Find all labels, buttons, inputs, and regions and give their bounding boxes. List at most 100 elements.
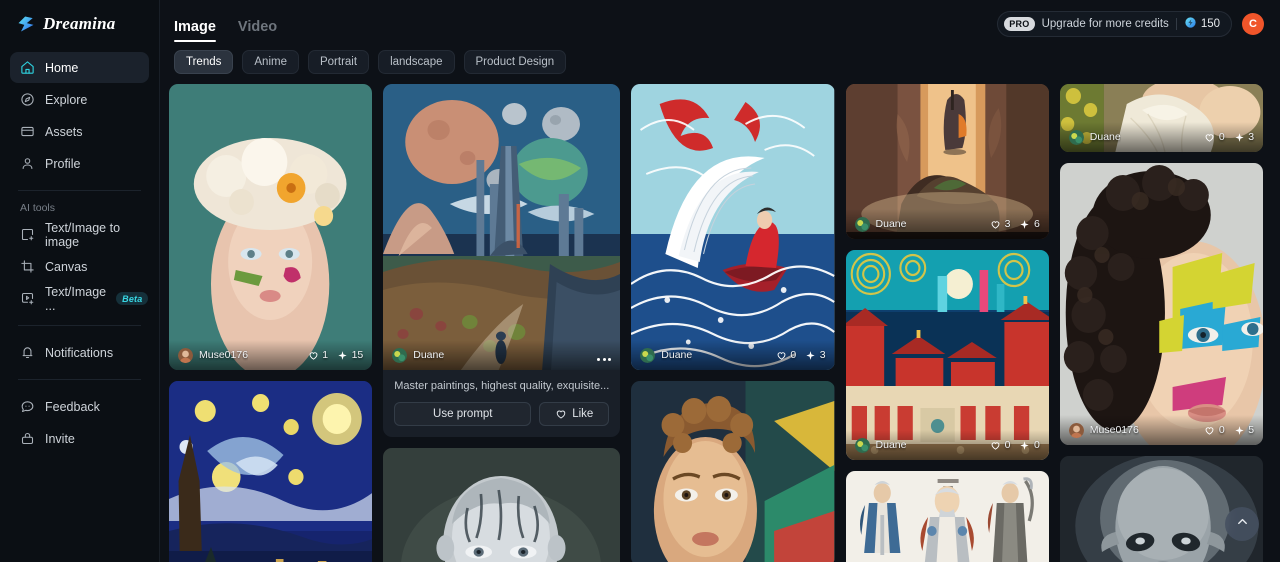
like-count[interactable]: 0 bbox=[776, 349, 796, 361]
tab-image[interactable]: Image bbox=[174, 19, 216, 42]
brand[interactable]: Dreamina bbox=[10, 0, 149, 48]
like-button[interactable]: Like bbox=[539, 402, 610, 427]
upgrade-credits-button[interactable]: PRO Upgrade for more credits 150 bbox=[997, 11, 1232, 37]
sidebar-item-profile[interactable]: Profile bbox=[10, 148, 149, 179]
gallery-card[interactable] bbox=[383, 448, 621, 562]
heart-icon bbox=[991, 220, 1000, 229]
card-username[interactable]: Duane bbox=[876, 218, 907, 230]
gallery-column: Duane 0 3 bbox=[1059, 84, 1264, 562]
avatar[interactable] bbox=[640, 347, 656, 363]
star-count[interactable]: 0 bbox=[1019, 439, 1040, 451]
brand-name: Dreamina bbox=[43, 14, 116, 33]
filter-chip-product-design[interactable]: Product Design bbox=[463, 50, 567, 74]
card-username[interactable]: Duane bbox=[876, 439, 907, 451]
gallery-card[interactable] bbox=[631, 381, 835, 562]
sparkle-logo-icon bbox=[16, 14, 36, 34]
star-count[interactable]: 3 bbox=[805, 349, 826, 361]
card-username[interactable]: Duane bbox=[661, 349, 692, 361]
gallery-card[interactable]: Muse0176 0 5 bbox=[1059, 163, 1264, 445]
star-count[interactable]: 5 bbox=[1234, 424, 1254, 436]
canvas-icon bbox=[20, 259, 35, 274]
main-content: Image Video PRO Upgrade for more credits bbox=[160, 0, 1280, 562]
filter-chip-anime[interactable]: Anime bbox=[242, 50, 299, 74]
upgrade-label: Upgrade for more credits bbox=[1041, 18, 1169, 30]
artwork-flower-crown-portrait bbox=[169, 84, 373, 370]
like-count[interactable]: 0 bbox=[990, 439, 1010, 451]
sidebar-item-invite[interactable]: Invite bbox=[10, 423, 149, 454]
gallery-card[interactable] bbox=[845, 471, 1049, 562]
gallery-card[interactable]: Duane 0 3 bbox=[1059, 84, 1264, 152]
like-count[interactable]: 0 bbox=[1204, 131, 1225, 143]
sidebar-item-label: Assets bbox=[45, 124, 83, 139]
like-count[interactable]: 1 bbox=[308, 349, 328, 361]
avatar[interactable] bbox=[854, 437, 870, 453]
sidebar-item-label: Invite bbox=[45, 431, 75, 446]
like-count[interactable]: 3 bbox=[990, 218, 1010, 230]
star-count[interactable]: 3 bbox=[1234, 131, 1254, 143]
primary-nav: Home Explore Assets Profile bbox=[10, 52, 149, 179]
filter-chip-trends[interactable]: Trends bbox=[174, 50, 234, 74]
pill-divider bbox=[1175, 18, 1177, 30]
filter-chips: Trends Anime Portrait landscape Product … bbox=[160, 48, 1280, 84]
artwork-sci-fi-city-planets bbox=[383, 84, 621, 370]
gallery-card[interactable]: Duane 3 6 bbox=[845, 84, 1049, 239]
gallery-card[interactable]: Duane 0 3 bbox=[631, 84, 835, 370]
sidebar-item-label: Notifications bbox=[45, 345, 114, 360]
sidebar-item-assets[interactable]: Assets bbox=[10, 116, 149, 147]
avatar[interactable]: C bbox=[1242, 13, 1264, 35]
user-icon bbox=[20, 156, 35, 171]
feedback-icon bbox=[20, 399, 35, 414]
avatar[interactable] bbox=[178, 347, 193, 363]
card-overlay: Duane 3 6 bbox=[845, 209, 1049, 239]
avatar[interactable] bbox=[854, 216, 870, 232]
avatar[interactable] bbox=[1068, 422, 1084, 438]
scroll-to-top-button[interactable] bbox=[1225, 507, 1259, 541]
gallery-card[interactable] bbox=[169, 381, 373, 562]
star-count[interactable]: 15 bbox=[337, 349, 363, 361]
card-username[interactable]: Muse0176 bbox=[1090, 424, 1139, 436]
artwork-knight-character-sheet bbox=[845, 471, 1049, 562]
card-stats: 3 6 bbox=[990, 218, 1040, 230]
card-overlay: Duane bbox=[383, 340, 621, 370]
ai-tools-group-label: AI tools bbox=[20, 202, 56, 214]
artwork-chrome-android-head bbox=[383, 448, 621, 562]
star-count[interactable]: 6 bbox=[1019, 218, 1040, 230]
heart-icon bbox=[991, 441, 1000, 450]
sidebar-item-feedback[interactable]: Feedback bbox=[10, 391, 149, 422]
use-prompt-button[interactable]: Use prompt bbox=[394, 402, 532, 427]
filter-chip-portrait[interactable]: Portrait bbox=[307, 50, 370, 74]
sidebar-item-label: Home bbox=[45, 60, 79, 75]
card-username[interactable]: Muse0176 bbox=[199, 349, 248, 361]
gallery-column: Duane 0 3 bbox=[631, 84, 835, 562]
heart-icon bbox=[1205, 133, 1214, 142]
sidebar-item-text-image-to-image[interactable]: Text/Image to image bbox=[10, 219, 149, 250]
gallery-column: Duane 3 6 Duane 0 0 bbox=[845, 84, 1049, 562]
artwork-curly-hair-young-man bbox=[631, 381, 835, 562]
like-count[interactable]: 0 bbox=[1204, 424, 1225, 436]
sidebar-item-notifications[interactable]: Notifications bbox=[10, 337, 149, 368]
sidebar-item-explore[interactable]: Explore bbox=[10, 84, 149, 115]
credit-coin-icon bbox=[1184, 16, 1197, 32]
sidebar-divider-3 bbox=[18, 379, 141, 380]
home-icon bbox=[20, 60, 35, 75]
gallery-card-hovered[interactable]: Duane Master paintings, highest quality,… bbox=[383, 84, 621, 438]
card-username[interactable]: Duane bbox=[413, 349, 444, 361]
tab-video[interactable]: Video bbox=[238, 19, 277, 42]
gallery-card[interactable]: Muse0176 1 15 bbox=[169, 84, 373, 370]
sparkle-icon bbox=[338, 350, 347, 360]
sidebar-item-home[interactable]: Home bbox=[10, 52, 149, 83]
sidebar-item-text-image-to-video[interactable]: Text/Image ... Beta bbox=[10, 283, 149, 314]
avatar[interactable] bbox=[392, 347, 408, 363]
card-stats: 0 3 bbox=[776, 349, 826, 361]
credit-balance[interactable]: 150 bbox=[1184, 16, 1220, 32]
filter-chip-landscape[interactable]: landscape bbox=[378, 50, 455, 74]
card-username[interactable]: Duane bbox=[1090, 131, 1121, 143]
sidebar-item-canvas[interactable]: Canvas bbox=[10, 251, 149, 282]
invite-icon bbox=[20, 431, 35, 446]
avatar[interactable] bbox=[1068, 129, 1084, 145]
card-actions: Use prompt Like bbox=[394, 402, 610, 427]
gallery-card[interactable]: Duane 0 0 bbox=[845, 250, 1049, 460]
sidebar-item-label: Text/Image ... bbox=[45, 284, 107, 313]
more-horizontal-icon[interactable] bbox=[597, 358, 612, 361]
video-generate-icon bbox=[20, 291, 35, 306]
